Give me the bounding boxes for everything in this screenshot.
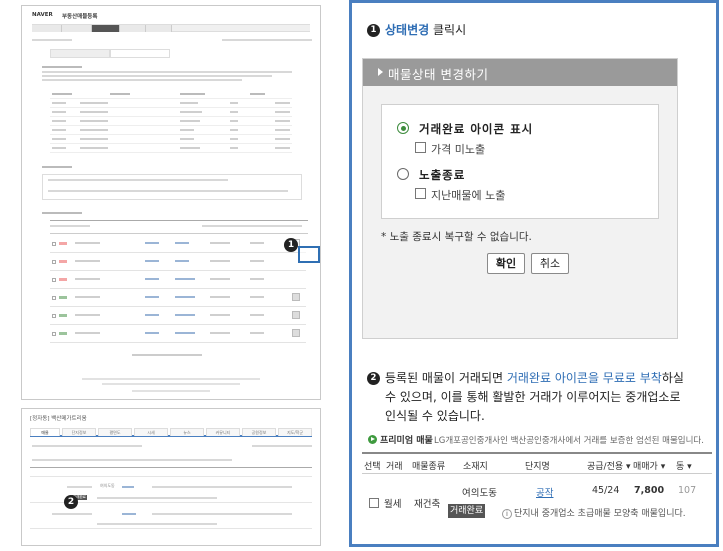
site-header: NAVER 부동산매물등록 bbox=[32, 12, 310, 22]
info-icon: i bbox=[502, 509, 512, 519]
radio-show-done-icon[interactable] bbox=[397, 122, 409, 134]
complex-tabs: 매물 단지정보 평면도 시세 뉴스 커뮤니티 공원정보 지도/학군 bbox=[30, 427, 312, 437]
header-complex: 단지명 bbox=[525, 462, 550, 472]
step-1-number: 1 bbox=[367, 24, 380, 37]
site-logo: NAVER bbox=[32, 12, 53, 18]
guide-panel: 1 상태변경 클릭시 매물상태 변경하기 거래완료 아이콘 표시 가격 미노출 … bbox=[349, 0, 719, 547]
header-location: 소재지 bbox=[463, 462, 488, 472]
step-1-rest: 클릭시 bbox=[429, 23, 467, 37]
cancel-button[interactable]: 취소 bbox=[531, 253, 569, 274]
dialog-header: 매물상태 변경하기 bbox=[363, 59, 677, 86]
option-show-done-label: 거래완료 아이콘 표시 bbox=[419, 122, 534, 136]
step-2-instruction: 등록된 매물이 거래되면 거래완료 아이콘을 무료로 부착하실 수 있으며, 이… bbox=[385, 369, 715, 426]
header-dong[interactable]: 동 ▾ bbox=[676, 459, 692, 472]
tab-listing[interactable]: 매물 bbox=[30, 428, 60, 436]
premium-table-header: 선택 거래 매물종류 소재지 단지명 공급/전용 ▾ 매매가 ▾ 동 ▾ bbox=[362, 452, 712, 474]
radio-end-exposure[interactable] bbox=[397, 168, 409, 180]
tab-news[interactable]: 뉴스 bbox=[170, 428, 204, 436]
step-1-marker: 1 bbox=[284, 238, 298, 252]
tab-map[interactable]: 지도/학군 bbox=[278, 428, 312, 436]
tab-complex-info[interactable]: 단지정보 bbox=[62, 428, 96, 436]
header-type: 매물종류 bbox=[412, 462, 446, 472]
confirm-button[interactable]: 확인 bbox=[487, 253, 525, 274]
step-2-text-b: 하실 bbox=[661, 371, 684, 385]
mini-complex-name: 여의도동 bbox=[100, 483, 115, 488]
triangle-right-icon bbox=[378, 68, 383, 76]
row-complex-link[interactable]: 공작 bbox=[536, 485, 553, 499]
site-table bbox=[50, 90, 292, 153]
row-deal: 월세 bbox=[384, 499, 402, 510]
row-price: 7,800 bbox=[634, 485, 665, 496]
checkbox-show-past[interactable] bbox=[415, 188, 426, 199]
status-change-highlight[interactable] bbox=[298, 246, 320, 263]
dialog-note: * 노출 종료시 복구할 수 없습니다. bbox=[381, 231, 532, 243]
play-icon bbox=[368, 435, 377, 444]
row-location: 여의도동 bbox=[462, 488, 497, 499]
tab-community[interactable]: 커뮤니티 bbox=[206, 428, 240, 436]
site-nav bbox=[32, 24, 310, 32]
step-2-highlight: 거래완료 아이콘을 무료로 부착 bbox=[506, 371, 662, 385]
step-2-marker: 2 bbox=[64, 495, 78, 509]
site-title: 부동산매물등록 bbox=[62, 14, 98, 20]
step-2-number: 2 bbox=[367, 372, 380, 385]
tab-park[interactable]: 공원정보 bbox=[242, 428, 276, 436]
row-select-checkbox[interactable] bbox=[369, 498, 379, 508]
step-1-highlight: 상태변경 bbox=[385, 23, 430, 37]
header-deal: 거래 bbox=[386, 462, 403, 472]
header-area[interactable]: 공급/전용 ▾ bbox=[587, 459, 631, 472]
site-screenshot-complex: [정자동] 백산메가트리움 매물 단지정보 평면도 시세 뉴스 커뮤니티 공원정… bbox=[21, 408, 321, 546]
row-dong: 107 bbox=[678, 485, 697, 496]
option-box: 거래완료 아이콘 표시 가격 미노출 노출종료 지난매물에 노출 bbox=[381, 104, 659, 219]
premium-desc: LG개포공인중개사인 백산공인중개사에서 거래를 보증한 엄선된 매물입니다. bbox=[434, 436, 704, 446]
tab-floorplan[interactable]: 평면도 bbox=[98, 428, 132, 436]
site-screenshot-listing: NAVER 부동산매물등록 1 bbox=[21, 5, 321, 400]
header-select: 선택 bbox=[364, 462, 381, 472]
complex-title: [정자동] 백산메가트리움 bbox=[30, 416, 87, 422]
show-past-label: 지난매물에 노출 bbox=[431, 189, 506, 202]
option-end-exposure-label: 노출종료 bbox=[419, 168, 466, 182]
row-tip: i 단지내 중개업소 초급매물 모양축 매물입니다. bbox=[502, 506, 686, 519]
checkbox-hide-price[interactable] bbox=[415, 142, 426, 153]
row-tip-text: 단지내 중개업소 초급매물 모양축 매물입니다. bbox=[514, 509, 686, 519]
step-2-text-a: 등록된 매물이 거래되면 bbox=[385, 371, 507, 385]
dialog-title: 매물상태 변경하기 bbox=[388, 67, 489, 82]
premium-title: 프리미엄 매물 bbox=[380, 436, 433, 446]
step-1-instruction: 상태변경 클릭시 bbox=[385, 21, 466, 40]
done-tag: 거래완료 bbox=[448, 504, 486, 518]
premium-listing: 프리미엄 매물 LG개포공인중개사인 백산공인중개사에서 거래를 보증한 엄선된… bbox=[362, 433, 712, 533]
step-2-line-3: 인식될 수 있습니다. bbox=[385, 409, 485, 423]
step-2-line-2: 수 있으며, 이를 통해 활발한 거래가 이루어지는 중개업소로 bbox=[385, 390, 681, 404]
tab-price[interactable]: 시세 bbox=[134, 428, 168, 436]
header-price[interactable]: 매매가 ▾ bbox=[633, 459, 665, 472]
hide-price-label: 가격 미노출 bbox=[431, 143, 486, 156]
status-change-dialog: 매물상태 변경하기 거래완료 아이콘 표시 가격 미노출 노출종료 지난매물에 … bbox=[362, 58, 678, 339]
row-area: 45/24 bbox=[592, 485, 620, 496]
row-type: 재건축 bbox=[414, 499, 441, 510]
